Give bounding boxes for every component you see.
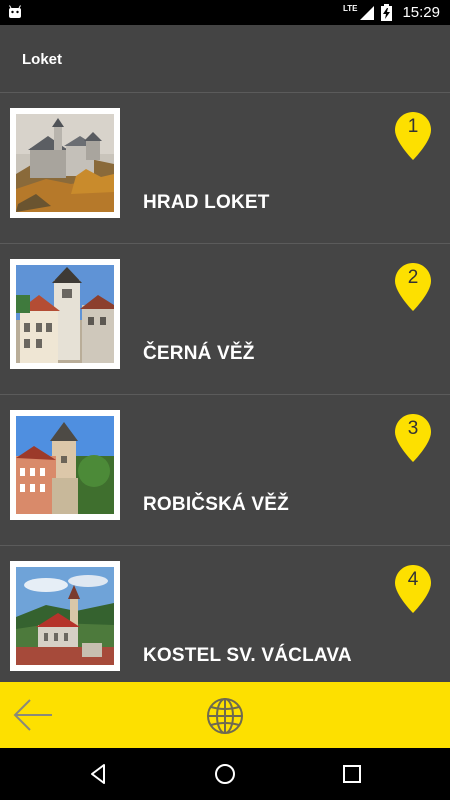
app-bar: Loket [0,25,450,92]
place-name: ČERNÁ VĚŽ [143,343,255,364]
list-item-cerna-vez[interactable]: 2 ČERNÁ VĚŽ [0,243,450,395]
black-tower-photo [16,265,114,363]
list-item-kostel-sv-vaclava[interactable]: 4 KOSTEL SV. VÁCLAVA [0,545,450,682]
page-title: Loket [22,51,63,68]
thumbnail-frame [10,259,120,369]
home-circle-icon[interactable] [213,762,237,786]
map-pin-icon [395,414,431,462]
network-type: LTE [342,4,358,13]
thumbnail-frame [10,108,120,218]
thumbnail-frame [10,410,120,520]
thumbnail-frame [10,561,120,671]
place-name: KOSTEL SV. VÁCLAVA [143,645,352,666]
battery-charging-icon [381,4,393,21]
system-nav-bar [0,748,450,800]
map-pin-icon [395,263,431,311]
list-item-hrad-loket[interactable]: 1 HRAD LOKET [0,92,450,244]
android-icon [9,5,21,18]
clock: 15:29 [402,4,440,21]
map-pin-icon [395,112,431,160]
status-bar: LTE 15:29 [0,0,450,25]
bottom-toolbar [0,682,450,748]
map-pin-icon [395,565,431,613]
globe-icon[interactable] [205,696,245,736]
list-item-robicska-vez[interactable]: 3 ROBIČSKÁ VĚŽ [0,394,450,546]
back-arrow-icon[interactable] [12,698,54,732]
robic-tower-photo [16,416,114,514]
places-list: 1 HRAD LOKET 2 ČERNÁ VĚŽ 3 ROBIČSKÁ VĚŽ … [0,92,450,682]
place-name: HRAD LOKET [143,192,270,213]
signal-icon [360,5,375,20]
church-photo [16,567,114,665]
place-name: ROBIČSKÁ VĚŽ [143,494,289,515]
castle-photo [16,114,114,212]
back-triangle-icon[interactable] [86,762,110,786]
recents-square-icon[interactable] [340,762,364,786]
